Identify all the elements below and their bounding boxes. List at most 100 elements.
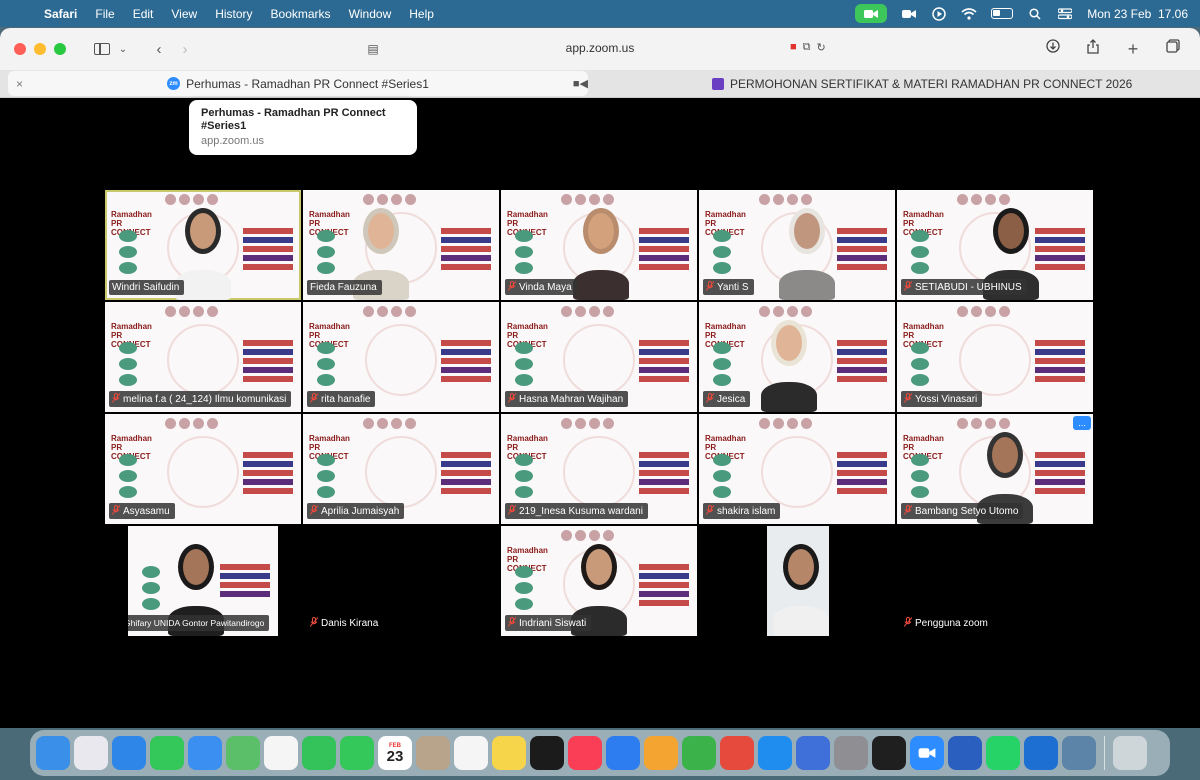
music-icon[interactable] <box>568 736 602 770</box>
poster-logo-row <box>561 530 614 541</box>
poster-partner-logos <box>911 342 929 386</box>
wifi-icon[interactable] <box>961 7 977 21</box>
search-icon[interactable] <box>1027 7 1043 21</box>
participant-tile[interactable]: Ramadhan PR CONNECTJesica <box>699 302 895 412</box>
new-tab-icon[interactable]: + <box>1120 39 1146 60</box>
facetime-icon[interactable] <box>302 736 336 770</box>
participant-tile[interactable]: Danis Kirana <box>303 526 499 636</box>
menu-view[interactable]: View <box>162 7 206 21</box>
mail-icon[interactable] <box>188 736 222 770</box>
reminders-icon[interactable] <box>454 736 488 770</box>
participant-tile[interactable]: Pengguna zoom <box>897 526 1093 636</box>
back-arrow-icon[interactable]: ‹ <box>146 41 172 58</box>
downloads-icon[interactable] <box>1040 38 1066 60</box>
page-menu-icon[interactable]: ▤ <box>360 42 386 56</box>
poster-logo-row <box>759 418 812 429</box>
menu-bookmarks[interactable]: Bookmarks <box>262 7 340 21</box>
participant-tile[interactable]: Ramadhan PR CONNECT219_Inesa Kusuma ward… <box>501 414 697 524</box>
maps-icon[interactable] <box>226 736 260 770</box>
control-center-icon[interactable] <box>1057 7 1073 21</box>
participant-tile[interactable]: Ramadhan PR CONNECTIndriani Siswati <box>501 526 697 636</box>
participant-tile[interactable]: Ramadhan PR CONNECTVinda Maya <box>501 190 697 300</box>
system-settings-icon[interactable] <box>834 736 868 770</box>
participant-tile[interactable]: Ramadhan PR CONNECTshakira islam <box>699 414 895 524</box>
menu-app-name[interactable]: Safari <box>40 7 86 21</box>
camera-active-icon[interactable]: ■ <box>790 41 797 54</box>
app-store-icon[interactable] <box>758 736 792 770</box>
poster-logo-row <box>957 306 1010 317</box>
share-icon[interactable] <box>1080 38 1106 60</box>
keynote-icon[interactable] <box>606 736 640 770</box>
participant-tile[interactable]: Ghifary UNIDA Gontor Pawitandirogo <box>128 526 278 636</box>
finder-icon[interactable] <box>36 736 70 770</box>
pages-icon[interactable] <box>644 736 678 770</box>
whatsapp-icon[interactable] <box>986 736 1020 770</box>
participant-tile[interactable]: Ramadhan PR CONNECTrita hanafie <box>303 302 499 412</box>
notes-icon[interactable] <box>492 736 526 770</box>
sidebar-toggle-icon[interactable] <box>94 43 110 55</box>
more-options-button[interactable]: ... <box>1073 416 1091 430</box>
menu-window[interactable]: Window <box>340 7 401 21</box>
participant-tile[interactable]: Ramadhan PR CONNECTSETIABUDI - UBHINUS <box>897 190 1093 300</box>
forward-arrow-icon[interactable]: › <box>172 41 198 58</box>
word-icon[interactable] <box>948 736 982 770</box>
menu-file[interactable]: File <box>86 7 123 21</box>
trash-icon[interactable] <box>1113 736 1147 770</box>
clock[interactable]: Mon 23 Feb 17.06 <box>1087 7 1188 21</box>
photos-icon[interactable] <box>264 736 298 770</box>
translate-icon[interactable]: ⧉ <box>803 41 811 54</box>
zoom-icon[interactable] <box>910 736 944 770</box>
poster-sponsor-bars <box>243 340 293 385</box>
capcut-icon[interactable] <box>872 736 906 770</box>
close-tab-icon[interactable]: × <box>16 77 23 91</box>
participant-tile[interactable]: Eko Arif <box>767 526 829 636</box>
launchpad-icon[interactable] <box>74 736 108 770</box>
poster-partner-logos <box>317 230 335 274</box>
zoom-status-icon[interactable] <box>901 7 917 21</box>
phone-icon[interactable] <box>340 736 374 770</box>
camera-in-use-icon[interactable] <box>855 4 888 23</box>
rocket-icon[interactable] <box>720 736 754 770</box>
participant-tile[interactable]: Ramadhan PR CONNECTFieda Fauzuna <box>303 190 499 300</box>
poster-partner-logos <box>713 342 731 386</box>
participant-tile[interactable]: Ramadhan PR CONNECTAsyasamu <box>105 414 301 524</box>
tab-certificate-form[interactable]: PERMOHONAN SERTIFIKAT & MATERI RAMADHAN … <box>712 70 1132 97</box>
numbers-icon[interactable] <box>682 736 716 770</box>
safari-icon[interactable] <box>112 736 146 770</box>
menu-bar: Safari File Edit View History Bookmarks … <box>0 0 1200 27</box>
finder-disk-icon[interactable] <box>1062 736 1096 770</box>
reload-icon[interactable]: ↻ <box>817 41 826 54</box>
menu-history[interactable]: History <box>206 7 261 21</box>
messages-icon[interactable] <box>150 736 184 770</box>
tab-camera-icon[interactable]: ■◀ <box>573 77 588 90</box>
contacts-icon[interactable] <box>416 736 450 770</box>
participant-nametag: 219_Inesa Kusuma wardani <box>505 503 648 519</box>
participant-tile[interactable]: Ramadhan PR CONNECTYanti S <box>699 190 895 300</box>
battery-icon[interactable] <box>991 8 1014 19</box>
tv-icon[interactable] <box>530 736 564 770</box>
participant-nametag: Danis Kirana <box>307 615 383 631</box>
participant-tile[interactable]: Ramadhan PR CONNECTWindri Saifudin <box>105 190 301 300</box>
participant-face <box>783 544 819 590</box>
participant-tile[interactable]: Ramadhan PR CONNECTYossi Vinasari <box>897 302 1093 412</box>
quicktime-icon[interactable] <box>1024 736 1058 770</box>
zoom-window-button[interactable] <box>54 43 66 55</box>
participant-tile[interactable]: Ramadhan PR CONNECTmelina f.a ( 24_124) … <box>105 302 301 412</box>
minimize-window-button[interactable] <box>34 43 46 55</box>
chevron-down-icon[interactable]: ⌄ <box>110 44 136 55</box>
menu-edit[interactable]: Edit <box>124 7 163 21</box>
play-icon[interactable] <box>931 6 947 21</box>
tab-zoom-meeting[interactable]: × zm Perhumas - Ramadhan PR Connect #Ser… <box>8 71 588 96</box>
zoom-favicon-icon: zm <box>167 77 181 90</box>
close-window-button[interactable] <box>14 43 26 55</box>
poster-sponsor-bars <box>243 452 293 497</box>
participant-tile[interactable]: Ramadhan PR CONNECT...Bambang Setyo Utom… <box>897 414 1093 524</box>
participant-tile[interactable]: Ramadhan PR CONNECTHasna Mahran Wajihan <box>501 302 697 412</box>
tab-overview-icon[interactable] <box>1160 38 1186 60</box>
menu-help[interactable]: Help <box>400 7 443 21</box>
simulator-icon[interactable] <box>796 736 830 770</box>
poster-logo-row <box>759 306 812 317</box>
calendar-icon[interactable]: FEB 23 <box>378 736 412 770</box>
participant-tile[interactable]: Ramadhan PR CONNECTAprilia Jumaisyah <box>303 414 499 524</box>
poster-sponsor-bars <box>220 564 270 600</box>
